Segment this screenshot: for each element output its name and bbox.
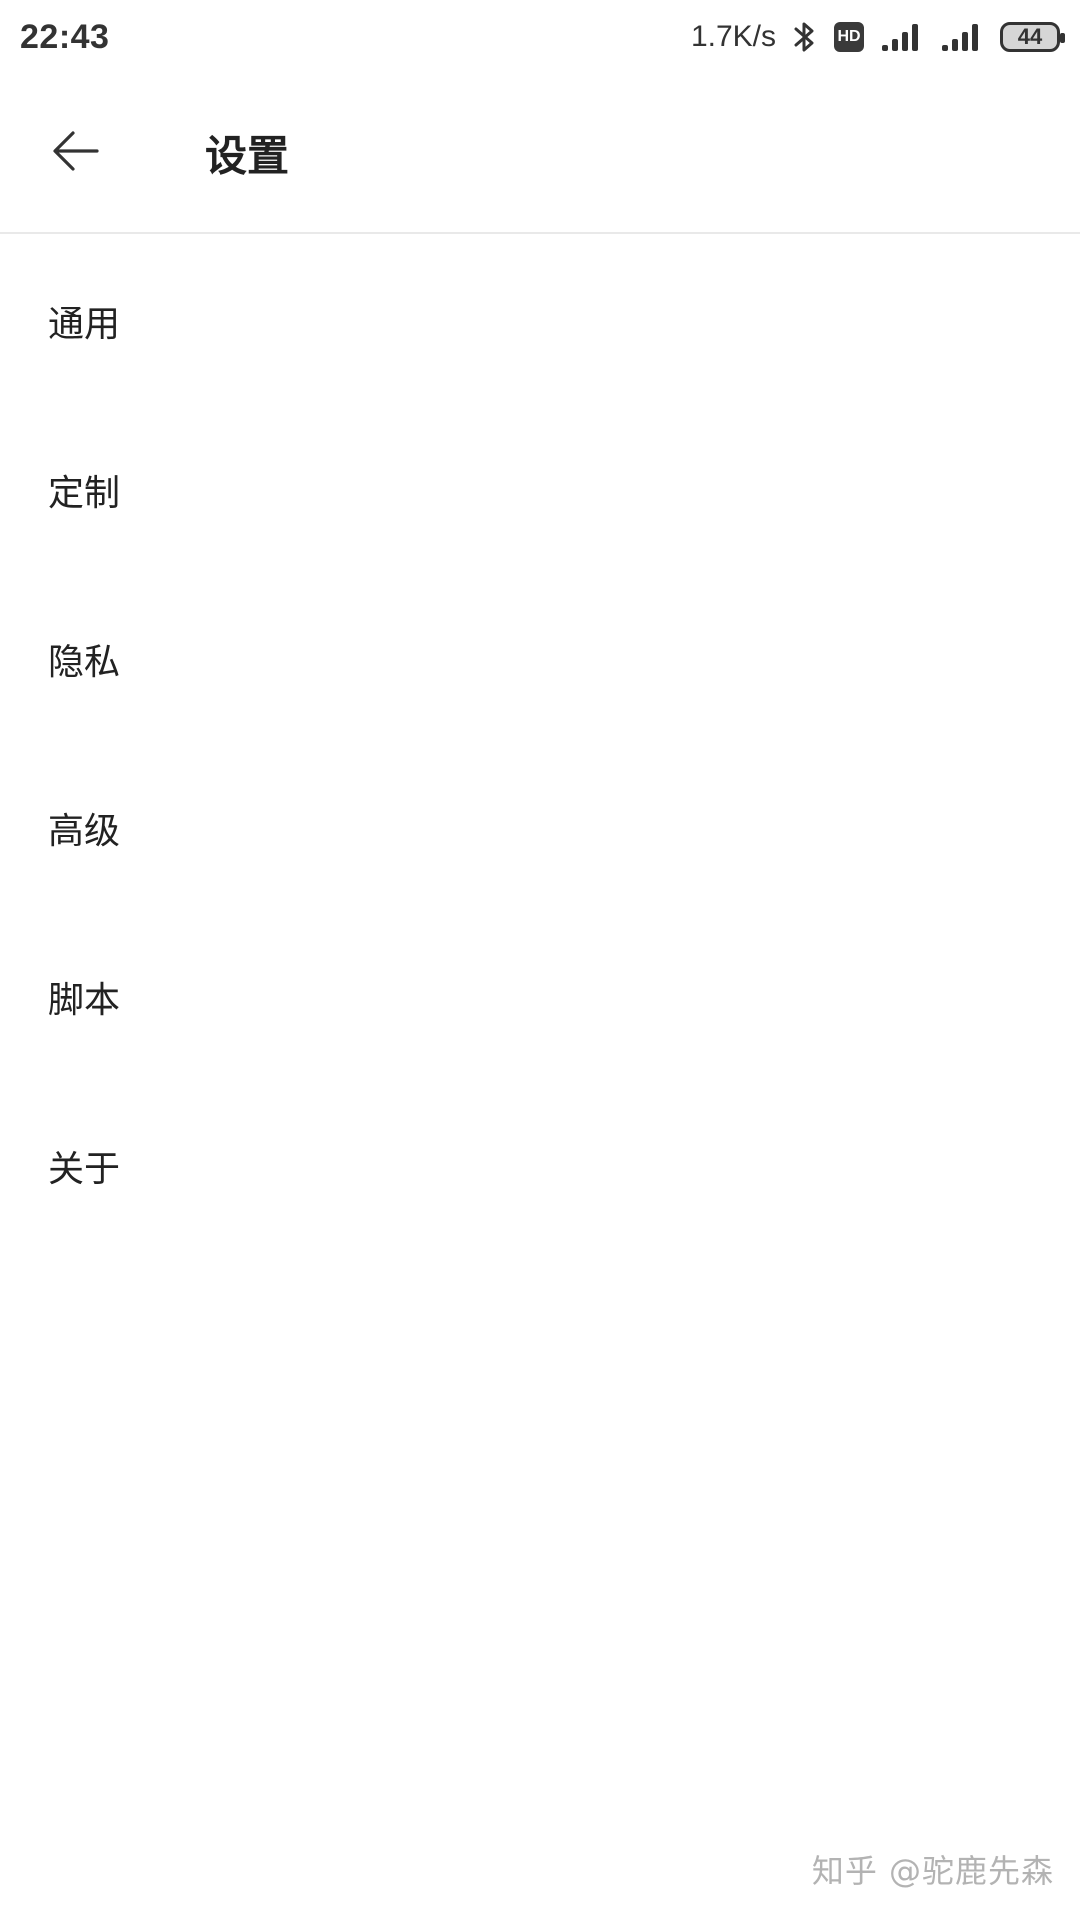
settings-item-label: 隐私 [48, 641, 121, 683]
settings-item-label: 关于 [48, 1148, 121, 1190]
settings-item-about[interactable]: 关于 [0, 1081, 1080, 1250]
settings-item-label: 脚本 [48, 979, 121, 1021]
settings-item-general[interactable]: 通用 [0, 236, 1080, 405]
back-button[interactable] [46, 123, 106, 183]
app-bar: 设置 [0, 74, 1080, 234]
settings-item-label: 高级 [48, 810, 121, 852]
signal-icon [880, 21, 924, 53]
network-speed: 1.7K/s [690, 20, 776, 53]
signal-icon [940, 21, 984, 53]
page-title: 设置 [205, 131, 290, 181]
settings-item-label: 通用 [48, 303, 121, 345]
battery-icon: 44 [1000, 22, 1065, 52]
bluetooth-icon [792, 20, 818, 54]
settings-item-customize[interactable]: 定制 [0, 405, 1080, 574]
battery-level: 44 [1017, 24, 1043, 49]
settings-list: 通用 定制 隐私 高级 脚本 关于 [0, 236, 1080, 1250]
status-time: 22:43 [20, 17, 110, 56]
settings-item-advanced[interactable]: 高级 [0, 743, 1080, 912]
watermark: 知乎 @驼鹿先森 [811, 1852, 1054, 1890]
settings-item-privacy[interactable]: 隐私 [0, 574, 1080, 743]
settings-item-scripts[interactable]: 脚本 [0, 912, 1080, 1081]
hd-badge: HD [834, 22, 864, 52]
arrow-left-icon [51, 129, 101, 177]
status-icons: 1.7K/s HD 44 [690, 20, 1065, 54]
status-bar: 22:43 1.7K/s HD 44 [0, 0, 1080, 74]
settings-item-label: 定制 [48, 472, 121, 514]
